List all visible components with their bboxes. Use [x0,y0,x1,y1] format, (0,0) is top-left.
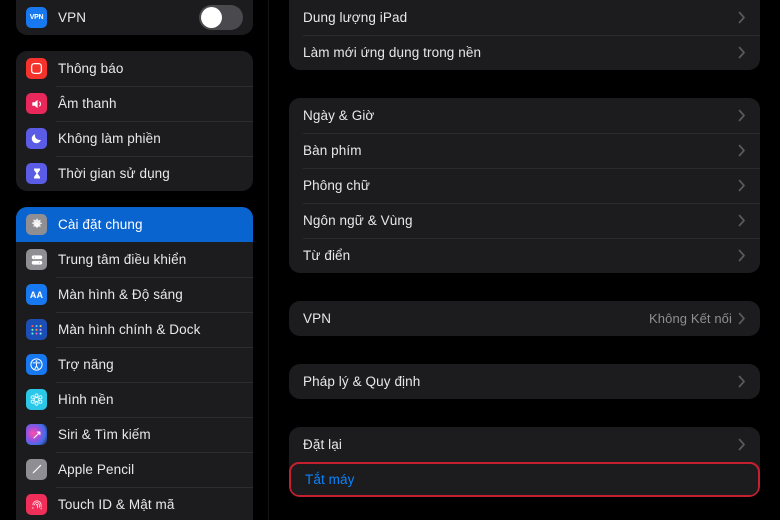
notifications-icon [26,58,47,79]
sidebar-item-apple-pencil[interactable]: Apple Pencil [16,452,253,487]
accessibility-icon [26,354,47,375]
settings-group-system: Ngày & Giờ Bàn phím Phông chữ Ngôn ngữ &… [289,98,760,273]
sounds-icon [26,93,47,114]
chevron-right-icon [738,11,746,24]
gear-icon [26,214,47,235]
sidebar-item-control-center[interactable]: Trung tâm điều khiển [16,242,253,277]
sidebar-group-vpn: VPN VPN [16,0,253,35]
sidebar-item-label: Siri & Tìm kiếm [58,427,151,442]
control-center-icon [26,249,47,270]
sidebar-item-general[interactable]: Cài đặt chung [16,207,253,242]
sidebar-item-label: Cài đặt chung [58,217,143,232]
sidebar-item-label: Không làm phiền [58,131,161,146]
sidebar-item-do-not-disturb[interactable]: Không làm phiền [16,121,253,156]
row-label: Từ điển [303,248,351,263]
sidebar-item-siri-search[interactable]: Siri & Tìm kiếm [16,417,253,452]
settings-sidebar: VPN VPN Thông báo Âm thanh Không làm phi… [0,0,269,520]
sidebar-group-general: Cài đặt chung Trung tâm điều khiển AA Mà… [16,207,253,520]
chevron-right-icon [738,312,746,325]
row-label: Bàn phím [303,143,362,158]
display-brightness-icon: AA [26,284,47,305]
settings-row-fonts[interactable]: Phông chữ [289,168,760,203]
apple-pencil-icon [26,459,47,480]
settings-row-date-time[interactable]: Ngày & Giờ [289,98,760,133]
settings-group-vpn: VPN Không Kết nối [289,301,760,336]
chevron-right-icon [738,179,746,192]
row-label: Đặt lại [303,437,342,452]
chevron-right-icon [738,109,746,122]
touch-id-icon [26,494,47,515]
chevron-right-icon [738,214,746,227]
sidebar-item-label: Thời gian sử dụng [58,166,170,181]
row-label: Pháp lý & Quy định [303,374,421,389]
chevron-right-icon [738,375,746,388]
settings-row-keyboard[interactable]: Bàn phím [289,133,760,168]
sidebar-item-label: Trung tâm điều khiển [58,252,187,267]
sidebar-item-label: Hình nền [58,392,114,407]
settings-row-vpn[interactable]: VPN Không Kết nối [289,301,760,336]
row-label: Phông chữ [303,178,370,193]
ipad-settings-screen: VPN VPN Thông báo Âm thanh Không làm phi… [0,0,780,520]
chevron-right-icon [738,46,746,59]
settings-row-background-app-refresh[interactable]: Làm mới ứng dụng trong nền [289,35,760,70]
do-not-disturb-icon [26,128,47,149]
row-label: Tắt máy [305,472,355,487]
sidebar-item-touch-id-passcode[interactable]: Touch ID & Mật mã [16,487,253,520]
vpn-status-value: Không Kết nối [649,311,732,326]
vpn-icon: VPN [26,7,47,28]
chevron-right-icon [738,144,746,157]
vpn-toggle[interactable] [199,5,243,30]
toggle-knob [201,7,222,28]
sidebar-item-wallpaper[interactable]: Hình nền [16,382,253,417]
siri-search-icon [26,424,47,445]
row-label: VPN [303,311,332,326]
sidebar-item-label: Màn hình & Độ sáng [58,287,183,302]
sidebar-item-label: Thông báo [58,61,124,76]
sidebar-item-label: Trợ năng [58,357,114,372]
settings-row-dictionary[interactable]: Từ điển [289,238,760,273]
sidebar-group-notifications: Thông báo Âm thanh Không làm phiền Thời … [16,51,253,191]
sidebar-item-screen-time[interactable]: Thời gian sử dụng [16,156,253,191]
settings-group-reset: Đặt lại Tắt máy [289,427,760,497]
wallpaper-icon [26,389,47,410]
settings-group-legal: Pháp lý & Quy định [289,364,760,399]
settings-row-language-region[interactable]: Ngôn ngữ & Vùng [289,203,760,238]
settings-row-shut-down[interactable]: Tắt máy [289,462,760,497]
sidebar-item-notifications[interactable]: Thông báo [16,51,253,86]
chevron-right-icon [738,249,746,262]
sidebar-item-sounds[interactable]: Âm thanh [16,86,253,121]
sidebar-item-label: Apple Pencil [58,462,135,477]
sidebar-item-accessibility[interactable]: Trợ năng [16,347,253,382]
row-label: Ngôn ngữ & Vùng [303,213,413,228]
settings-row-reset[interactable]: Đặt lại [289,427,760,462]
sidebar-item-label: VPN [58,10,87,25]
home-screen-dock-icon [26,319,47,340]
row-label: Làm mới ứng dụng trong nền [303,45,482,60]
settings-row-ipad-storage[interactable]: Dung lượng iPad [289,0,760,35]
chevron-right-icon [738,438,746,451]
settings-group-storage: Dung lượng iPad Làm mới ứng dụng trong n… [289,0,760,70]
sidebar-item-home-screen-dock[interactable]: Màn hình chính & Dock [16,312,253,347]
screen-time-icon [26,163,47,184]
sidebar-item-vpn[interactable]: VPN VPN [16,0,253,35]
sidebar-item-label: Màn hình chính & Dock [58,322,201,337]
row-label: Dung lượng iPad [303,10,408,25]
settings-row-legal-regulatory[interactable]: Pháp lý & Quy định [289,364,760,399]
general-settings-panel: Dung lượng iPad Làm mới ứng dụng trong n… [269,0,780,520]
row-label: Ngày & Giờ [303,108,375,123]
sidebar-item-display-brightness[interactable]: AA Màn hình & Độ sáng [16,277,253,312]
sidebar-item-label: Âm thanh [58,96,117,111]
sidebar-item-label: Touch ID & Mật mã [58,497,175,512]
